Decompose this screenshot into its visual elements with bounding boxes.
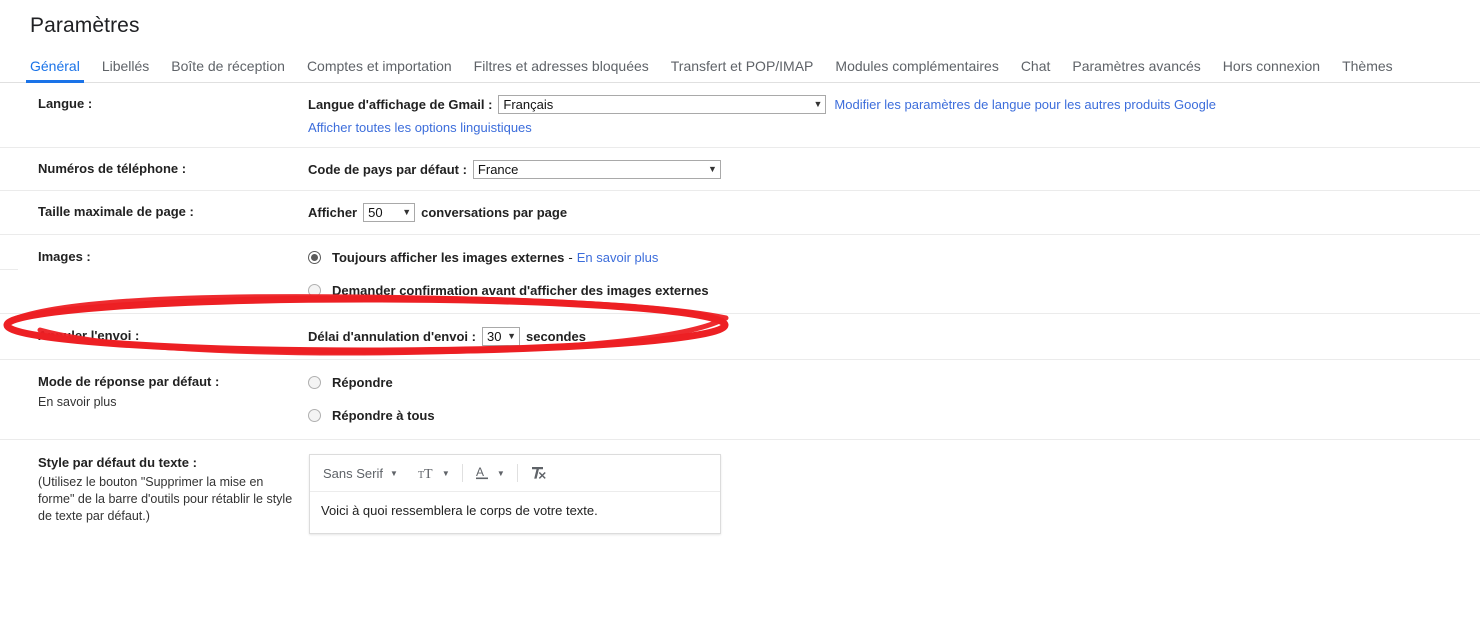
undo-send-value: Délai d'annulation d'envoi : 30 ▼ second… <box>308 327 1480 346</box>
setting-row-undo-send: Annuler l'envoi : Délai d'annulation d'e… <box>0 314 1480 360</box>
text-style-label: Style par défaut du texte : (Utilisez le… <box>0 454 308 525</box>
images-always-label: Toujours afficher les images externes <box>332 250 565 265</box>
undo-send-label: Annuler l'envoi : <box>38 328 140 343</box>
tab-modules-complementaires[interactable]: Modules complémentaires <box>835 58 998 82</box>
undo-send-field-label: Délai d'annulation d'envoi : <box>308 329 476 344</box>
tab-chat[interactable]: Chat <box>1021 58 1051 82</box>
chevron-down-icon: ▼ <box>402 207 412 217</box>
reply-radio[interactable] <box>308 376 321 389</box>
toolbar-divider <box>516 464 518 482</box>
images-ask-radio[interactable] <box>308 284 321 297</box>
images-label: Images : <box>38 249 91 264</box>
tab-comptes-et-importation[interactable]: Comptes et importation <box>307 58 452 82</box>
setting-row-images: Images : Toujours afficher les images ex… <box>0 235 1480 314</box>
text-color-icon: A <box>475 465 490 481</box>
images-option-ask-row[interactable]: Demander confirmation avant d'afficher d… <box>308 281 1480 300</box>
images-learn-more-link[interactable]: En savoir plus <box>577 248 659 267</box>
font-size-dropdown[interactable]: T T ▼ <box>413 460 455 487</box>
tab-boite-de-reception[interactable]: Boîte de réception <box>171 58 285 82</box>
setting-row-text-style: Style par défaut du texte : (Utilisez le… <box>0 440 1480 550</box>
settings-list: Langue : Langue d'affichage de Gmail : F… <box>0 83 1480 550</box>
page-size-label: Taille maximale de page : <box>38 204 194 219</box>
images-value: Toujours afficher les images externes - … <box>308 248 1480 300</box>
reply-all-radio[interactable] <box>308 409 321 422</box>
chevron-down-icon: ▼ <box>441 468 450 478</box>
page-size-select[interactable]: 50 ▼ <box>363 203 416 222</box>
tab-libelles[interactable]: Libellés <box>102 58 149 82</box>
page-size-value: Afficher 50 ▼ conversations par page <box>308 203 1480 222</box>
language-select-value: Français <box>503 97 554 112</box>
undo-send-delay-select[interactable]: 30 ▼ <box>481 327 520 346</box>
chevron-down-icon: ▼ <box>507 331 516 341</box>
reply-label: Répondre <box>332 375 393 390</box>
svg-text:A: A <box>476 465 484 479</box>
images-learn-more-dash: - <box>568 250 573 265</box>
reply-mode-learn-more-link[interactable]: En savoir plus <box>38 394 308 411</box>
images-always-radio[interactable] <box>308 251 321 264</box>
reply-mode-title: Mode de réponse par défaut : <box>38 374 220 389</box>
language-label: Langue : <box>38 96 93 111</box>
reply-mode-label: Mode de réponse par défaut : En savoir p… <box>0 373 308 411</box>
font-family-value: Sans Serif <box>323 465 383 481</box>
tab-parametres-avances[interactable]: Paramètres avancés <box>1072 58 1200 82</box>
images-ask-label: Demander confirmation avant d'afficher d… <box>332 283 709 298</box>
language-field-label: Langue d'affichage de Gmail : <box>308 97 493 112</box>
tab-hors-connexion[interactable]: Hors connexion <box>1223 58 1320 82</box>
default-text-style-editor[interactable]: Sans Serif ▼ T T ▼ A ▼ Voici à quoi ress… <box>309 454 721 534</box>
chevron-down-icon: ▼ <box>389 468 398 478</box>
undo-send-delay-value: 30 <box>486 329 502 344</box>
settings-tabbar: Général Libellés Boîte de réception Comp… <box>0 52 1480 83</box>
images-option-always-row[interactable]: Toujours afficher les images externes - … <box>308 248 1480 267</box>
country-code-select[interactable]: France ▼ <box>472 160 721 179</box>
font-size-icon: T T <box>418 466 435 481</box>
font-family-dropdown[interactable]: Sans Serif ▼ <box>318 460 403 487</box>
show-all-language-options-link[interactable]: Afficher toutes les options linguistique… <box>308 120 532 135</box>
reply-all-option-row[interactable]: Répondre à tous <box>308 406 1480 425</box>
editor-toolbar: Sans Serif ▼ T T ▼ A ▼ <box>310 455 720 492</box>
text-style-hint: (Utilisez le bouton "Supprimer la mise e… <box>38 475 293 523</box>
reply-option-row[interactable]: Répondre <box>308 373 1480 392</box>
editor-sample-text[interactable]: Voici à quoi ressemblera le corps de vot… <box>310 492 720 533</box>
phone-field-label: Code de pays par défaut : <box>308 162 467 177</box>
phone-value: Code de pays par défaut : France ▼ <box>308 160 1480 179</box>
undo-send-suffix: secondes <box>525 329 586 344</box>
tab-general[interactable]: Général <box>26 58 84 83</box>
reply-all-label: Répondre à tous <box>332 408 435 423</box>
chevron-down-icon: ▼ <box>496 468 505 478</box>
remove-formatting-icon <box>530 465 547 481</box>
page-size-prefix: Afficher <box>308 205 358 220</box>
text-color-dropdown[interactable]: A ▼ <box>470 460 510 487</box>
chevron-down-icon: ▼ <box>708 164 717 174</box>
setting-row-phone: Numéros de téléphone : Code de pays par … <box>0 148 1480 191</box>
tab-filtres-et-adresses-bloquees[interactable]: Filtres et adresses bloquées <box>474 58 649 82</box>
page-size-suffix: conversations par page <box>421 205 568 220</box>
text-style-title: Style par défaut du texte : <box>38 455 197 470</box>
setting-row-reply-mode: Mode de réponse par défaut : En savoir p… <box>0 360 1480 440</box>
language-other-products-link[interactable]: Modifier les paramètres de langue pour l… <box>834 95 1216 114</box>
language-value: Langue d'affichage de Gmail : Français ▼… <box>308 95 1480 137</box>
setting-row-page-size: Taille maximale de page : Afficher 50 ▼ … <box>0 191 1480 235</box>
country-code-select-value: France <box>477 162 519 177</box>
remove-formatting-button[interactable] <box>525 461 552 485</box>
setting-row-language: Langue : Langue d'affichage de Gmail : F… <box>0 83 1480 148</box>
tab-transfert-et-pop-imap[interactable]: Transfert et POP/IMAP <box>671 58 814 82</box>
toolbar-divider <box>461 464 463 482</box>
language-select[interactable]: Français ▼ <box>498 95 827 114</box>
svg-text:T: T <box>424 467 433 481</box>
chevron-down-icon: ▼ <box>813 99 823 109</box>
page-size-select-value: 50 <box>368 205 383 220</box>
reply-mode-value: Répondre Répondre à tous <box>308 373 1480 425</box>
phone-label: Numéros de téléphone : <box>38 161 187 176</box>
tab-themes[interactable]: Thèmes <box>1342 58 1393 82</box>
left-edge-divider-stub <box>0 269 18 270</box>
text-style-value: Sans Serif ▼ T T ▼ A ▼ Voici à quoi ress… <box>308 454 1480 534</box>
page-title: Paramètres <box>30 14 140 37</box>
